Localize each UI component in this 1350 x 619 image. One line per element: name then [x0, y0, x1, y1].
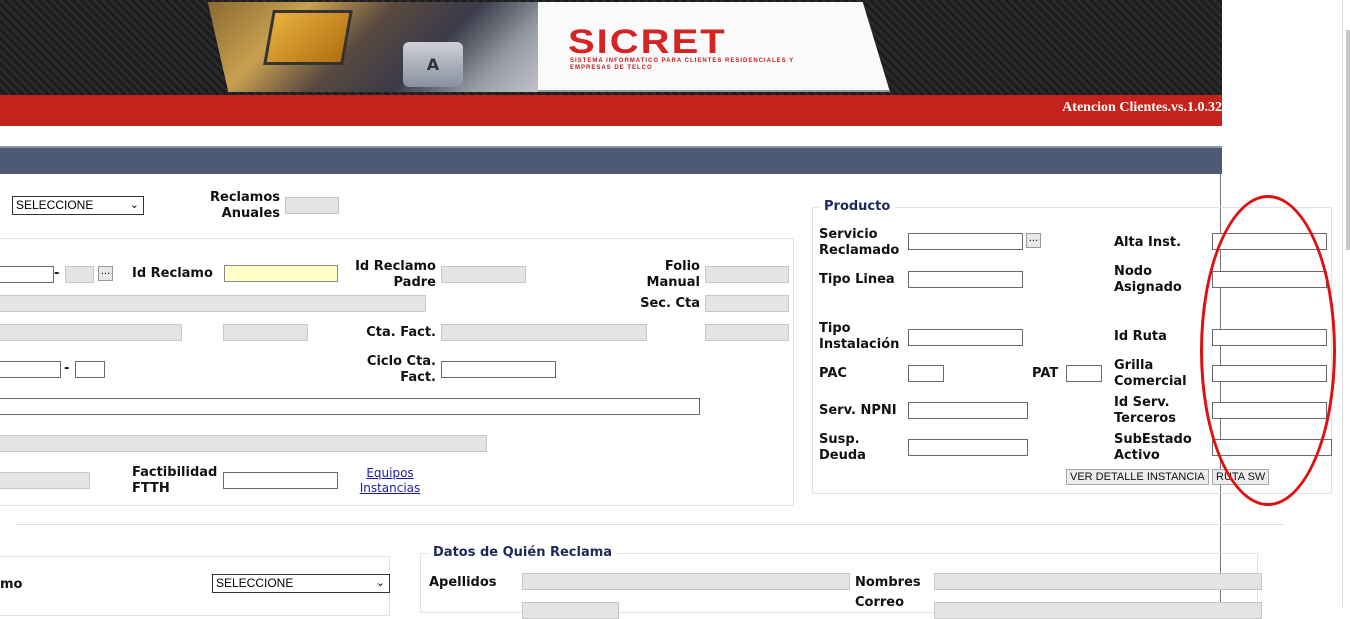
sec-cta-label: Sec. Cta [640, 296, 700, 311]
pat-label: PAT [1032, 366, 1059, 381]
quien-reclama-field-2 [522, 602, 619, 619]
section-header-bar [0, 146, 1222, 174]
title-bar: Atencion Clientes.vs.1.0.32 [0, 95, 1222, 126]
factibilidad-ftth-field[interactable] [223, 472, 338, 489]
nodo-asignado-label: Nodo Asignado [1114, 264, 1182, 295]
chevron-down-icon: ⌄ [129, 199, 139, 211]
apellidos-label: Apellidos [429, 575, 497, 590]
reclamo-prefix-field[interactable] [0, 266, 54, 283]
susp-deuda-label: Susp. Deuda [819, 432, 866, 463]
reclamo-observacion-field[interactable] [0, 398, 700, 415]
alta-inst-label: Alta Inst. [1114, 235, 1182, 250]
reclamo-lookup-button[interactable]: ... [98, 266, 113, 281]
reclamo-field-5[interactable] [0, 361, 61, 378]
id-reclamo-label: Id Reclamo [132, 266, 213, 281]
bottom-left-select-value: SELECCIONE [216, 576, 294, 590]
scrollbar-thumb[interactable] [1346, 30, 1350, 250]
id-reclamo-padre-field [441, 266, 526, 283]
equipos-instancias-link[interactable]: Equipos Instancias [352, 466, 428, 496]
header-banner: A SICRET SISTEMA INFORMATICO PARA CLIENT… [0, 0, 1222, 95]
reclamo-field-4 [705, 324, 789, 341]
pac-field[interactable] [908, 365, 944, 382]
tipo-select-value: SELECCIONE [16, 198, 94, 212]
id-serv-terceros-label: Id Serv. Terceros [1114, 395, 1176, 426]
reclamos-anuales-field [285, 197, 339, 214]
subestado-activo-label: SubEstado Activo [1114, 432, 1192, 463]
susp-deuda-field[interactable] [908, 439, 1028, 456]
servicio-lookup-button[interactable]: ... [1026, 233, 1041, 248]
reclamo-field-2 [0, 324, 182, 341]
serv-npni-field[interactable] [908, 402, 1028, 419]
bottom-left-label: mo [0, 577, 23, 592]
folio-manual-label: Folio Manual [646, 259, 700, 290]
red-annotation-ellipse [1200, 195, 1336, 506]
section-divider [16, 524, 1284, 525]
sec-cta-field [705, 295, 789, 312]
reclamo-field-3 [223, 324, 308, 341]
correo-label: Correo [855, 595, 905, 610]
quien-reclama-legend: Datos de Quién Reclama [428, 545, 618, 560]
app-logo-subtitle: SISTEMA INFORMATICO PARA CLIENTES RESIDE… [570, 58, 795, 71]
app-logo: SICRET [568, 23, 727, 61]
logo-panel: A SICRET SISTEMA INFORMATICO PARA CLIENT… [208, 2, 890, 92]
reclamo-dash-2: - [64, 361, 70, 376]
keyboard-key-image: A [403, 42, 463, 87]
tipo-select[interactable]: SELECCIONE ⌄ [12, 196, 144, 215]
app-version: Atencion Clientes.vs.1.0.32 [1062, 100, 1222, 115]
cta-fact-field [441, 324, 647, 341]
chevron-down-icon: ⌄ [375, 577, 385, 589]
tipo-linea-field[interactable] [908, 271, 1023, 288]
laptop-image [263, 10, 353, 65]
correo-field [934, 602, 1262, 619]
pac-label: PAC [819, 366, 847, 381]
servicio-reclamado-label: Servicio Reclamado [819, 227, 900, 258]
tipo-linea-label: Tipo Linea [819, 272, 895, 287]
id-reclamo-padre-label: Id Reclamo Padre [355, 259, 436, 290]
reclamos-anuales-label: Reclamos Anuales [210, 190, 280, 221]
header-photo: A [208, 2, 538, 92]
id-reclamo-input[interactable] [224, 265, 338, 282]
pat-field[interactable] [1066, 365, 1102, 382]
reclamo-wide-field-1 [0, 295, 426, 312]
reclamo-field-8 [0, 472, 90, 489]
tipo-instalacion-label: Tipo Instalación [819, 321, 900, 352]
reclamo-field-6[interactable] [75, 361, 105, 378]
servicio-reclamado-field[interactable] [908, 233, 1023, 250]
folio-manual-field [705, 266, 789, 283]
factibilidad-ftth-label: Factibilidad FTTH [132, 465, 218, 496]
serv-npni-label: Serv. NPNI [819, 403, 897, 418]
tipo-instalacion-field[interactable] [908, 329, 1023, 346]
reclamo-field-7 [0, 435, 487, 452]
nombres-field [934, 573, 1262, 590]
nombres-label: Nombres [855, 575, 921, 590]
producto-legend: Producto [819, 199, 896, 214]
cta-fact-label: Cta. Fact. [366, 325, 436, 340]
bottom-left-select[interactable]: SELECCIONE ⌄ [212, 574, 390, 593]
reclamo-dash: - [54, 266, 60, 281]
apellidos-field [522, 573, 850, 590]
grilla-comercial-label: Grilla Comercial [1114, 358, 1187, 389]
ciclo-cta-fact-label: Ciclo Cta. Fact. [366, 354, 436, 385]
ver-detalle-instancia-button[interactable]: VER DETALLE INSTANCIA [1066, 469, 1209, 485]
ciclo-cta-fact-field[interactable] [441, 361, 556, 378]
id-ruta-label: Id Ruta [1114, 329, 1167, 344]
reclamo-suffix-field [65, 266, 94, 283]
